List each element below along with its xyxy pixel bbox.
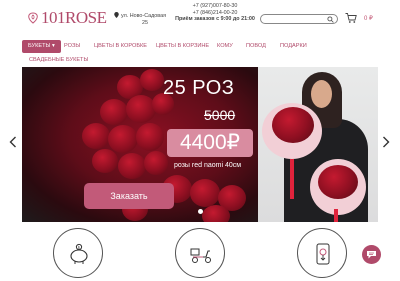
- chat-widget-button[interactable]: [362, 245, 381, 264]
- chat-bubble-icon: [367, 251, 376, 259]
- feature-gift: [297, 228, 347, 278]
- store-address: ул. Ново-Садовая 25: [114, 12, 176, 27]
- product-caption: розы red naomi 40см: [174, 162, 242, 169]
- feature-savings: $: [53, 228, 103, 278]
- nav-item-recipient[interactable]: КОМУ: [217, 43, 233, 50]
- delivery-scooter-icon: [190, 248, 211, 263]
- nav-item-flowers-in-basket[interactable]: ЦВЕТЫ В КОРЗИНЕ: [156, 43, 209, 50]
- flower-gift-icon: [316, 243, 330, 265]
- features-row: $: [0, 228, 400, 281]
- working-hours: Приём заказов с 9:00 до 21:00: [175, 16, 255, 23]
- address-number: 25: [142, 20, 148, 26]
- phone-1[interactable]: +7 (927)007-80-30: [172, 3, 258, 10]
- site-header: 101ROSE ул. Ново-Садовая 25 +7 (927)007-…: [0, 0, 400, 38]
- rose-logo-icon: [28, 12, 38, 24]
- address-street: ул. Ново-Садовая: [121, 13, 167, 19]
- old-price: 5000: [204, 107, 236, 123]
- nav-item-gifts[interactable]: ПОДАРКИ: [280, 43, 307, 50]
- svg-text:$: $: [78, 245, 81, 250]
- order-button[interactable]: Заказать: [84, 183, 174, 209]
- promo-banner[interactable]: 25 РОЗ 5000 4400₽ розы red naomi 40см За…: [22, 67, 378, 222]
- nav-item-bouquets[interactable]: БУКЕТЫ ▾: [22, 40, 61, 53]
- nav-item-occasion[interactable]: ПОВОД: [246, 43, 266, 50]
- search-icon[interactable]: [327, 16, 334, 23]
- feature-delivery: [175, 228, 225, 278]
- cart-icon[interactable]: [345, 12, 357, 24]
- location-pin-icon: [114, 12, 119, 18]
- nav-item-roses[interactable]: РОЗЫ: [64, 43, 80, 50]
- piggy-bank-icon: $: [70, 243, 88, 264]
- new-price-badge: 4400₽: [167, 129, 253, 157]
- nav-item-wedding-bouquets[interactable]: СВАДЕБНЫЕ БУКЕТЫ: [29, 57, 88, 64]
- slider-next-arrow-icon[interactable]: [382, 136, 390, 148]
- phone-2[interactable]: +7 (846)214-00-20: [172, 10, 258, 17]
- main-navigation: БУКЕТЫ ▾ РОЗЫ ЦВЕТЫ В КОРОБКЕ ЦВЕТЫ В КО…: [0, 38, 400, 67]
- slider-prev-arrow-icon[interactable]: [9, 136, 17, 148]
- model-with-bouquets-photo: [258, 67, 378, 222]
- search-input[interactable]: [260, 14, 338, 24]
- nav-item-flowers-in-box[interactable]: ЦВЕТЫ В КОРОБКЕ: [94, 43, 147, 50]
- contact-phones: +7 (927)007-80-30 +7 (846)214-00-20 Приё…: [172, 3, 258, 23]
- banner-title: 25 РОЗ: [163, 77, 235, 99]
- cart-total[interactable]: 0 ₽: [364, 15, 373, 22]
- site-logo[interactable]: 101ROSE: [26, 8, 107, 27]
- slider-dot-active[interactable]: [198, 209, 203, 214]
- logo-text: 101ROSE: [41, 8, 107, 27]
